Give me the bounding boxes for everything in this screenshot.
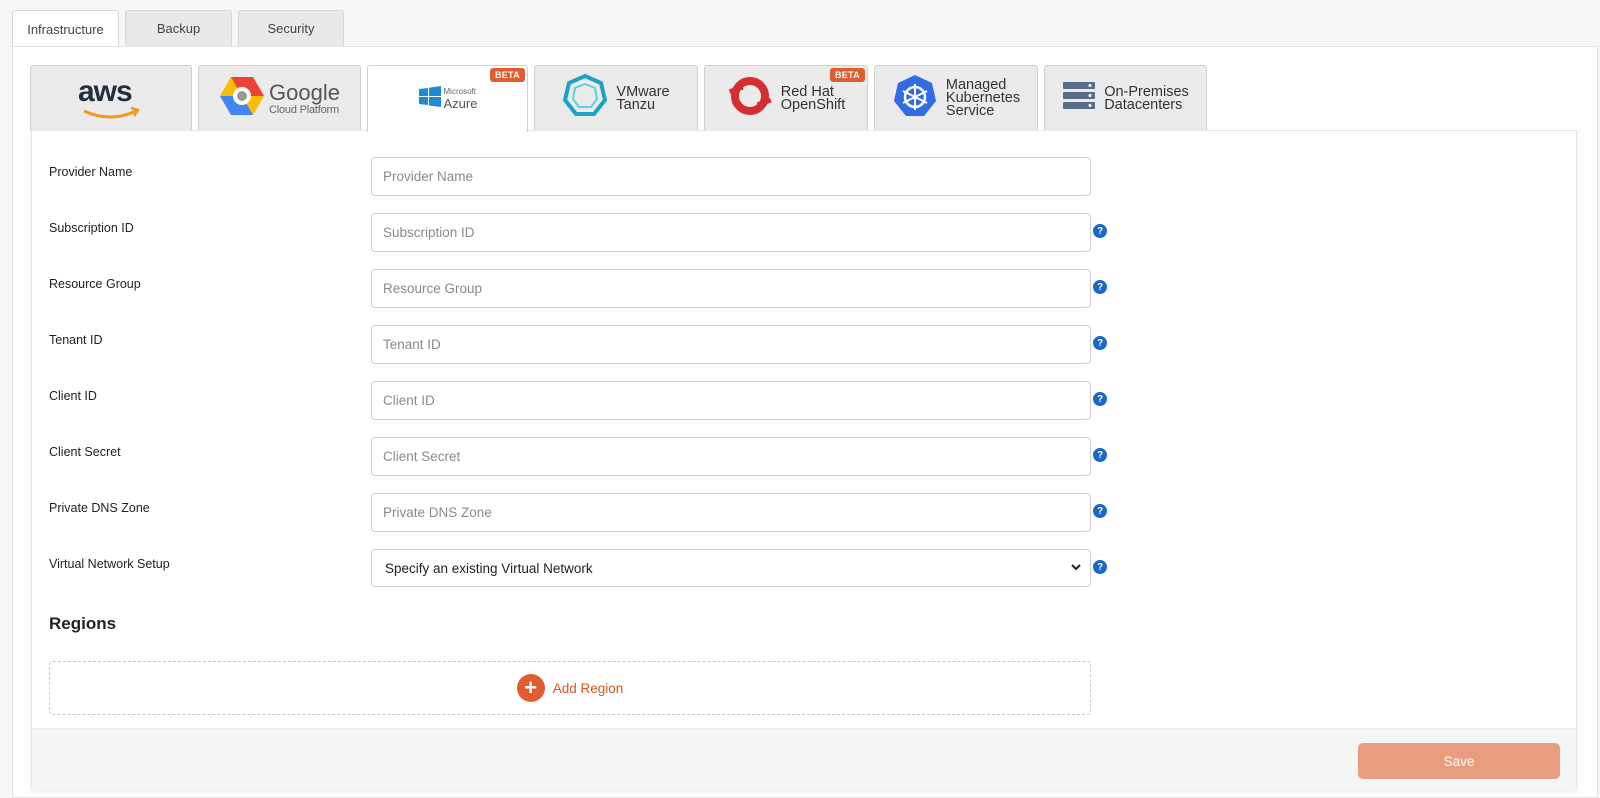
save-button[interactable]: Save (1358, 743, 1560, 779)
aws-logo-icon: aws (76, 75, 146, 121)
form-row-tenant-id: Tenant ID ? (32, 325, 1232, 365)
provider-tab-vmware[interactable]: VMware Tanzu (534, 65, 698, 131)
help-icon[interactable]: ? (1093, 448, 1107, 462)
top-tab-bar: Infrastructure Backup Security (12, 10, 350, 47)
tab-infrastructure[interactable]: Infrastructure (12, 10, 119, 47)
provider-tab-azure[interactable]: BETA Microsoft Azure (367, 65, 528, 132)
add-region-label: Add Region (552, 680, 624, 696)
vmware-sublabel: Tanzu (616, 96, 656, 113)
help-icon[interactable]: ? (1093, 336, 1107, 350)
select-value: Specify an existing Virtual Network (385, 560, 593, 576)
form-row-subscription-id: Subscription ID ? (32, 213, 1232, 253)
help-icon[interactable]: ? (1093, 280, 1107, 294)
form-row-resource-group: Resource Group ? (32, 269, 1232, 309)
azure-label: Azure (443, 96, 478, 111)
field-label: Resource Group (49, 277, 141, 291)
help-icon[interactable]: ? (1093, 504, 1107, 518)
virtual-network-setup-select[interactable]: Specify an existing Virtual Network (371, 549, 1091, 587)
field-label: Tenant ID (49, 333, 103, 347)
azure-sublabel: Microsoft (443, 87, 476, 96)
provider-tab-aws[interactable]: aws (30, 65, 192, 131)
windows-logo-icon (418, 85, 442, 114)
form-row-virtual-network-setup: Virtual Network Setup Specify an existin… (32, 549, 1232, 589)
regions-heading: Regions (49, 614, 117, 633)
help-icon[interactable]: ? (1093, 224, 1107, 238)
onprem-sublabel: Datacenters (1104, 96, 1183, 113)
beta-badge: BETA (829, 68, 865, 82)
client-id-input[interactable] (371, 381, 1091, 420)
subscription-id-input[interactable] (371, 213, 1091, 252)
tenant-id-input[interactable] (371, 325, 1091, 364)
openshift-logo-icon (727, 74, 773, 123)
form-row-client-secret: Client Secret ? (32, 437, 1232, 477)
google-cloud-hexagon-icon (219, 75, 265, 122)
private-dns-zone-input[interactable] (371, 493, 1091, 532)
chevron-down-icon (1070, 561, 1082, 576)
kubernetes-wheel-icon (892, 73, 938, 124)
server-rack-icon (1062, 81, 1096, 116)
help-icon[interactable]: ? (1093, 392, 1107, 406)
mks-label-line3: Service (945, 103, 995, 119)
field-label: Subscription ID (49, 221, 134, 235)
help-icon[interactable]: ? (1093, 560, 1107, 574)
add-region-button[interactable]: + Add Region (49, 661, 1091, 715)
google-sublabel: Cloud Platform (269, 103, 339, 116)
field-label: Client Secret (49, 445, 121, 459)
provider-name-input[interactable] (371, 157, 1091, 196)
client-secret-input[interactable] (371, 437, 1091, 476)
form-footer: Save (32, 728, 1576, 790)
resource-group-input[interactable] (371, 269, 1091, 308)
form-row-provider-name: Provider Name (32, 157, 1232, 197)
tab-security[interactable]: Security (238, 10, 344, 46)
field-label: Private DNS Zone (49, 501, 150, 515)
google-label: Google (269, 79, 340, 105)
azure-form-panel: Provider Name Subscription ID ? Resource… (31, 130, 1577, 790)
tanzu-heptagon-icon (562, 73, 608, 124)
field-label: Client ID (49, 389, 97, 403)
openshift-sublabel: OpenShift (780, 96, 846, 113)
provider-tab-onprem[interactable]: On-Premises Datacenters (1044, 65, 1207, 131)
form-row-private-dns-zone: Private DNS Zone ? (32, 493, 1232, 533)
provider-tab-google[interactable]: Google Cloud Platform (198, 65, 361, 131)
provider-tab-mks[interactable]: Managed Kubernetes Service (874, 65, 1038, 131)
field-label: Virtual Network Setup (49, 557, 170, 571)
plus-circle-icon: + (516, 674, 545, 702)
tab-backup[interactable]: Backup (125, 10, 232, 46)
field-label: Provider Name (49, 165, 133, 179)
provider-tab-openshift[interactable]: BETA Red Hat OpenShift (704, 65, 868, 131)
form-row-client-id: Client ID ? (32, 381, 1232, 421)
beta-badge: BETA (489, 68, 525, 82)
